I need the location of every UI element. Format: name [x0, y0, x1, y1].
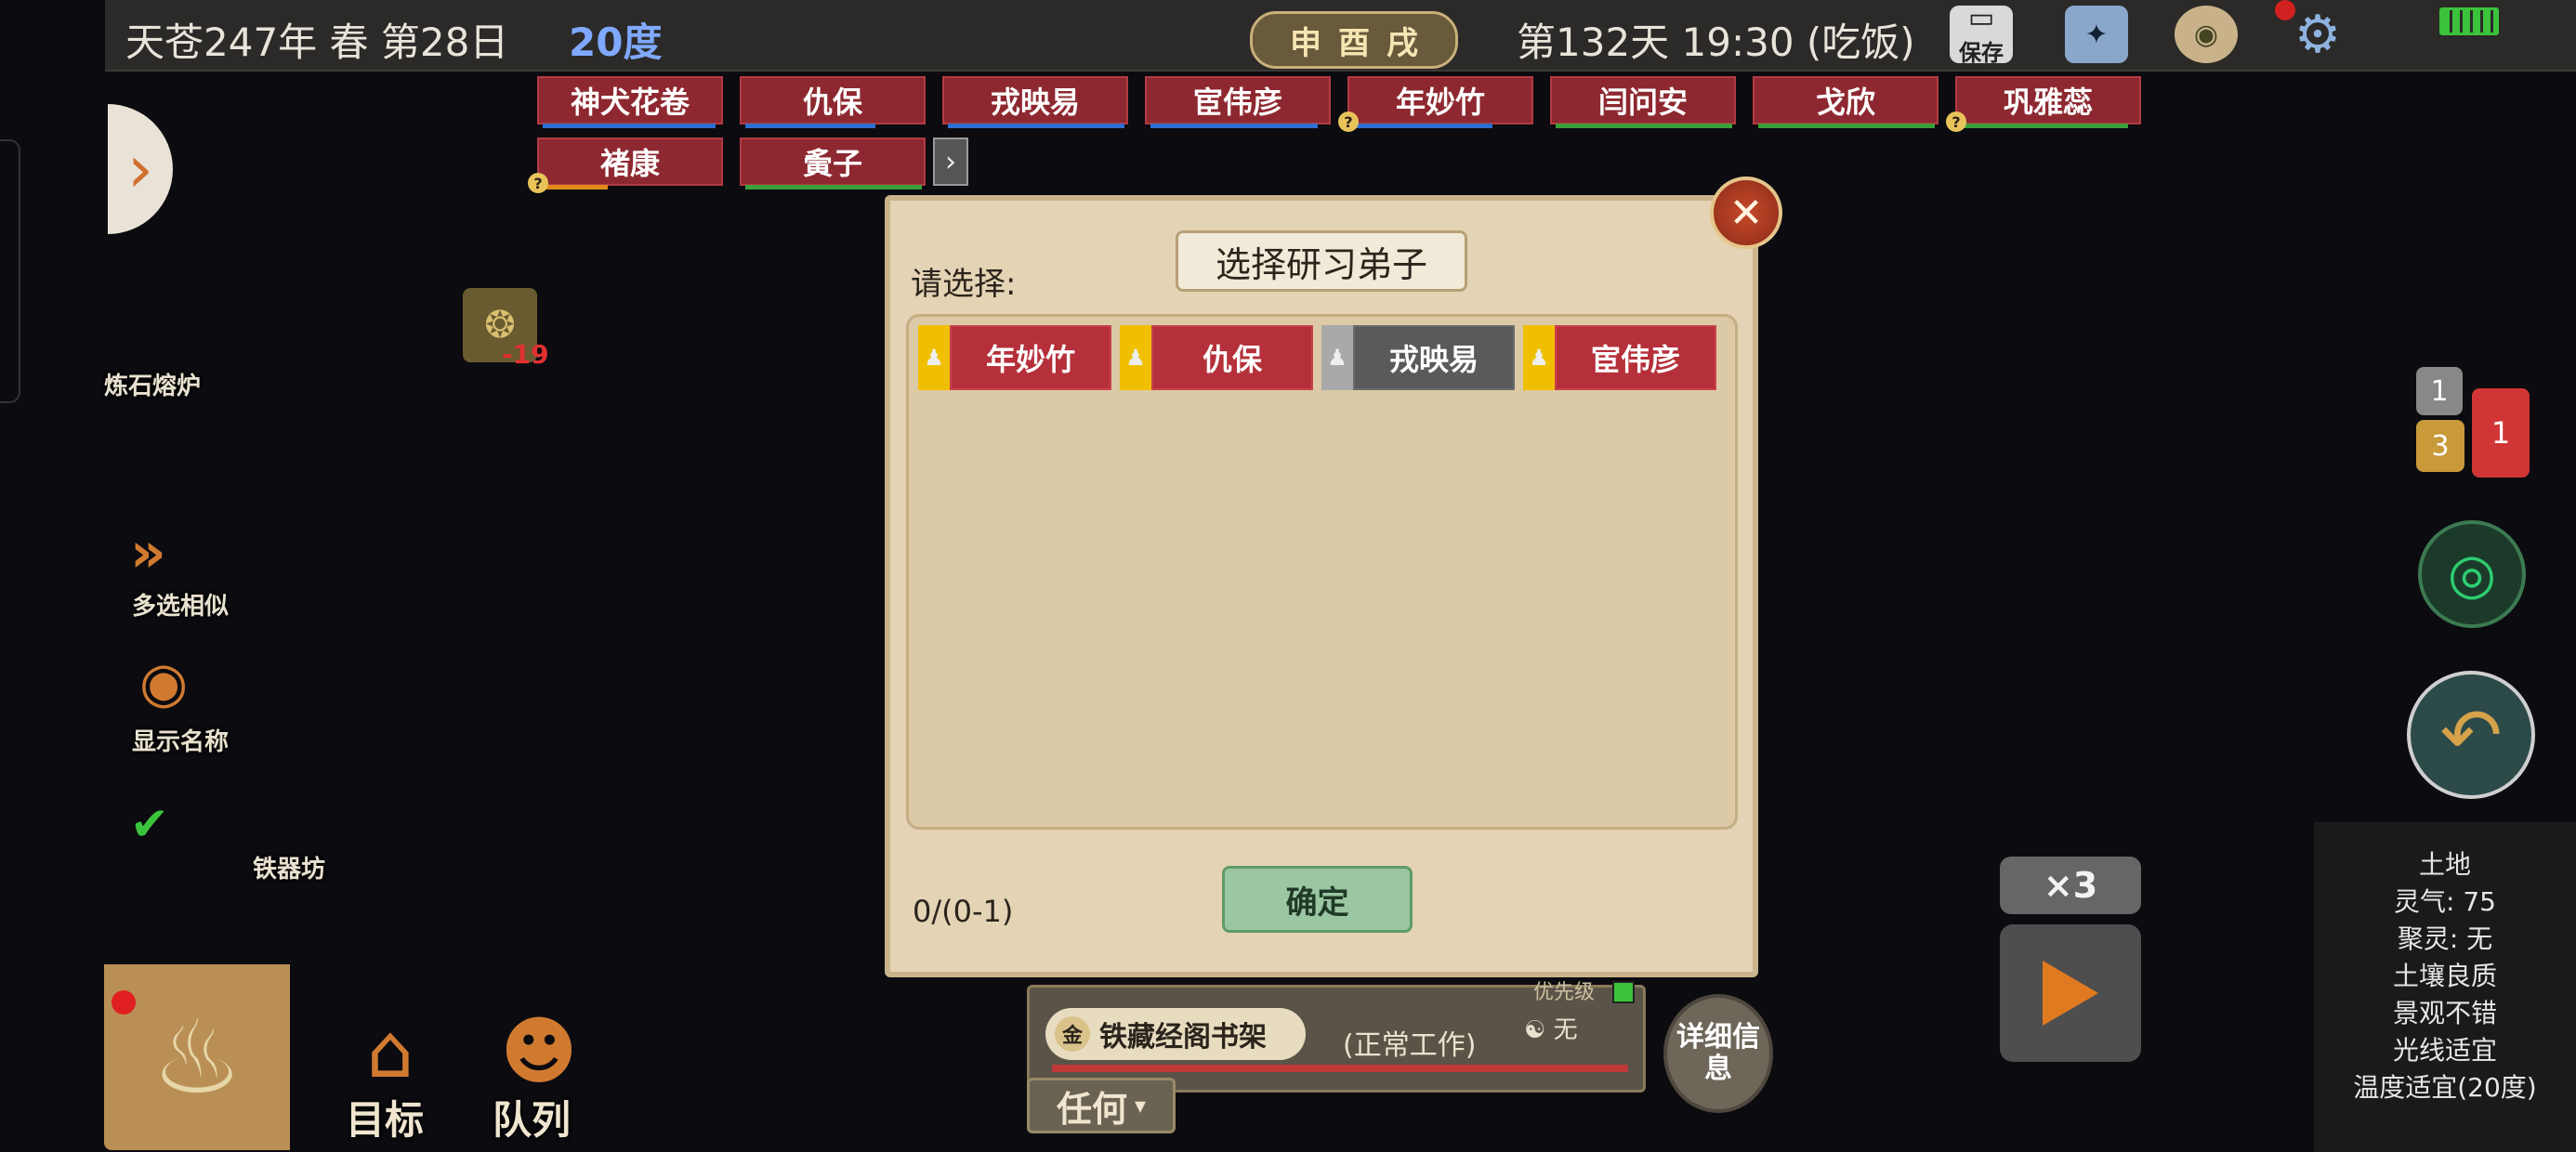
- ganzhi-3: 戌: [1387, 24, 1418, 62]
- priority-indicator[interactable]: [1612, 981, 1635, 1003]
- dialog-title: 选择研习弟子: [1176, 230, 1467, 292]
- land-title: 土地: [2418, 849, 2471, 880]
- temperature: 20度: [569, 20, 663, 65]
- disciple-option[interactable]: ♟ 戎映易: [1321, 325, 1515, 390]
- option-label: 仇保: [1151, 325, 1313, 390]
- disciple-tag[interactable]: 戎映易: [942, 76, 1128, 128]
- multi-select-icon[interactable]: »: [130, 520, 232, 585]
- person-icon: ♟: [1321, 325, 1353, 390]
- tags-next-arrow-icon[interactable]: ›: [933, 137, 968, 186]
- land-view: 景观不错: [2392, 998, 2497, 1028]
- ganzhi-2: 酉: [1338, 24, 1370, 62]
- land-light: 光线适宜: [2392, 1035, 2497, 1066]
- disciple-list: [906, 314, 1738, 830]
- queue-label[interactable]: 队列: [493, 1089, 571, 1145]
- disciple-tag[interactable]: 闫问安: [1550, 76, 1736, 128]
- speed-button[interactable]: ×3: [2000, 857, 2141, 914]
- back-arrow-icon[interactable]: ↶: [2407, 671, 2535, 799]
- resource-count: -19: [502, 339, 549, 370]
- disciple-tag[interactable]: 巩雅蕊?: [1946, 76, 2141, 132]
- work-state: (正常工作): [1343, 1029, 1477, 1062]
- disciple-tag[interactable]: 夤子: [740, 137, 926, 190]
- disciple-tag[interactable]: 褚康?: [528, 137, 723, 193]
- palette-icon[interactable]: ◉: [2175, 6, 2238, 63]
- priority-label: 优先级: [1533, 981, 1596, 1004]
- person-icon: ♟: [918, 325, 950, 390]
- play-icon: [2043, 961, 2098, 1026]
- option-label: 戎映易: [1353, 325, 1515, 390]
- work-progress-bar: [1052, 1065, 1628, 1072]
- disciple-option[interactable]: ♟ 仇保: [1120, 325, 1313, 390]
- alert-dot: [112, 990, 136, 1015]
- question-icon: ?: [1946, 111, 1966, 132]
- person-icon: ♟: [1523, 325, 1555, 390]
- land-temp: 温度适宜(20度): [2353, 1072, 2537, 1103]
- ganzhi-1: 申: [1290, 24, 1321, 62]
- target-icon[interactable]: ⌂: [339, 1008, 441, 1096]
- show-names-label[interactable]: 显示名称: [132, 723, 229, 757]
- any-dropdown[interactable]: 任何 ▾: [1027, 1078, 1176, 1133]
- question-icon: ?: [1338, 111, 1359, 132]
- battery-icon: [2439, 7, 2499, 35]
- spiral-icon[interactable]: ◎: [2418, 520, 2526, 628]
- side-handle[interactable]: [0, 139, 20, 403]
- disciple-tag[interactable]: 戈欣: [1753, 76, 1939, 128]
- goal-label[interactable]: 目标: [346, 1089, 424, 1145]
- notification-gray[interactable]: 1: [2416, 367, 2463, 415]
- gourd-icon[interactable]: ♨: [104, 964, 290, 1150]
- notification-red[interactable]: 1: [2472, 388, 2530, 478]
- yinyang-icon: ☯: [1524, 1016, 1546, 1044]
- multi-select-label[interactable]: 多选相似: [132, 587, 229, 622]
- chevron-down-icon: ▾: [1134, 1093, 1147, 1119]
- ganzhi-indicator[interactable]: 申 酉 戌: [1250, 11, 1458, 69]
- building-name: 金 铁藏经阁书架: [1045, 1008, 1306, 1060]
- day-time: 第132天 19:30 (吃饭): [1517, 20, 1915, 65]
- land-soil: 土壤良质: [2392, 961, 2497, 991]
- save-label: 保存: [1959, 40, 2004, 66]
- alert-dot: [2275, 0, 2295, 20]
- furnace-label: 炼石熔炉: [104, 373, 202, 400]
- question-icon: ?: [528, 173, 548, 193]
- land-qi: 灵气: 75: [2394, 886, 2496, 917]
- option-label: 宦伟彦: [1555, 325, 1716, 390]
- notification-yellow[interactable]: 3: [2416, 420, 2464, 472]
- gold-icon: 金: [1055, 1016, 1090, 1052]
- expand-arrow-icon[interactable]: ›: [108, 104, 173, 234]
- disciple-tag[interactable]: 仇保: [740, 76, 926, 128]
- land-gather: 聚灵: 无: [2397, 923, 2493, 954]
- save-button[interactable]: ▭ 保存: [1950, 2, 2013, 66]
- person-icon: ♟: [1120, 325, 1151, 390]
- disk-icon: ▭: [1967, 2, 1995, 34]
- eye-icon[interactable]: ◉: [139, 650, 223, 725]
- option-label: 年妙竹: [950, 325, 1111, 390]
- compass-icon[interactable]: ✦: [2065, 6, 2128, 63]
- disciple-tag[interactable]: 年妙竹?: [1338, 76, 1533, 132]
- close-button[interactable]: ✕: [1710, 177, 1782, 249]
- gear-icon[interactable]: ⚙: [2286, 5, 2349, 65]
- disciple-option[interactable]: ♟ 年妙竹: [918, 325, 1111, 390]
- disciple-option[interactable]: ♟ 宦伟彦: [1523, 325, 1716, 390]
- element-none: ☯ 无: [1524, 1016, 1578, 1044]
- game-date: 天苍247年 春 第28日: [125, 20, 509, 65]
- workshop-label: 铁器坊: [253, 856, 326, 884]
- disciple-tag[interactable]: 宦伟彦: [1145, 76, 1331, 128]
- dialog-prompt: 请选择:: [911, 266, 1017, 303]
- confirm-button[interactable]: 确定: [1222, 866, 1413, 933]
- disciple-tag[interactable]: 神犬花卷: [537, 76, 723, 128]
- land-info-panel: 土地 灵气: 75 聚灵: 无 土壤良质 景观不错 光线适宜 温度适宜(20度): [2314, 822, 2576, 1152]
- detail-info-button[interactable]: 详细信息: [1663, 994, 1773, 1113]
- play-button[interactable]: [2000, 924, 2141, 1062]
- queue-icon[interactable]: ☻: [488, 1008, 590, 1096]
- selection-count: 0/(0-1): [913, 894, 1014, 929]
- close-icon: ✕: [1728, 189, 1764, 237]
- check-icon[interactable]: ✔: [130, 797, 177, 862]
